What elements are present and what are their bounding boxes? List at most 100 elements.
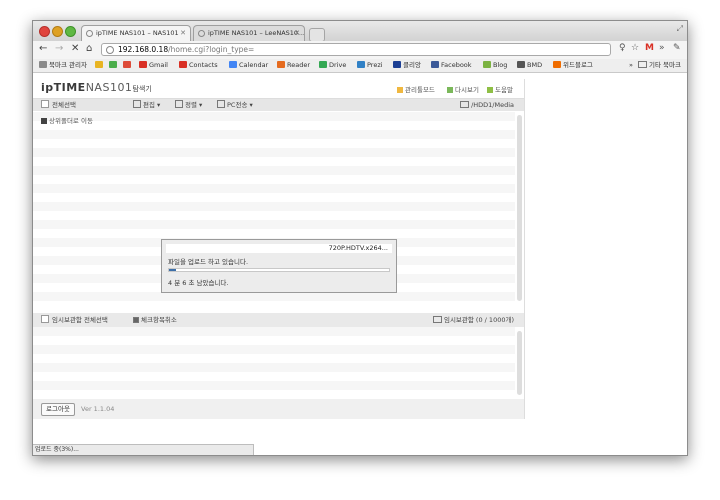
gmail-extension-icon[interactable]: M	[645, 43, 654, 53]
upload-filename: 720P.HDTV.x264...	[166, 244, 392, 253]
bookmark-calendar[interactable]: Calendar	[229, 59, 268, 72]
bookmarks-bar: 북마크 관리자 Gmail Contacts Calendar Reader D…	[33, 59, 687, 73]
edit-menu[interactable]: 편집 ▾	[133, 99, 160, 111]
browser-tab-2[interactable]: ipTIME NAS101 – LeeNAS10... ✕	[193, 25, 305, 41]
stop-icon[interactable]: ✕	[71, 43, 79, 54]
wrench-icon[interactable]: ✎	[673, 43, 681, 53]
tab-close-icon[interactable]: ✕	[294, 26, 300, 41]
folder-icon	[432, 316, 442, 323]
temp-select-all-checkbox[interactable]: 임시보관함 전체선택	[41, 313, 108, 327]
star-icon[interactable]: ☆	[631, 43, 639, 53]
star-icon	[39, 61, 47, 68]
upload-time-left: 4 분 6 초 남았습니다.	[168, 279, 229, 287]
forward-arrow-icon[interactable]: →	[55, 43, 63, 54]
back-arrow-icon[interactable]: ←	[39, 43, 47, 54]
app-logo: ipTIMENAS101탐색기	[41, 81, 152, 94]
bookmark-bmd[interactable]: BMD	[517, 59, 542, 72]
tab-label: ipTIME NAS101 – NAS101	[96, 29, 179, 37]
bookmark-contacts[interactable]: Contacts	[179, 59, 218, 72]
upload-progress-fill	[169, 269, 176, 271]
select-all-checkbox[interactable]: 전체선택	[41, 99, 76, 111]
facebook-icon	[431, 61, 439, 68]
browser-toolbar: ← → ✕ ⌂ 192.168.0.18/home.cgi?login_type…	[33, 41, 687, 59]
clien-icon	[393, 61, 401, 68]
bookmark-favicon-icon	[109, 61, 117, 68]
temp-storage-count: 임시보관함 (0 / 1000개)	[432, 313, 514, 327]
app-header: ipTIMENAS101탐색기 관리툴모드 다시보기 도움말	[33, 79, 524, 99]
checkbox-icon	[41, 315, 49, 323]
folder-icon	[460, 101, 470, 108]
tab-label: ipTIME NAS101 – LeeNAS10...	[208, 29, 305, 37]
sort-icon	[175, 100, 183, 108]
upload-dialog: 720P.HDTV.x264... 파일을 업로드 하고 있습니다. 4 분 6…	[161, 239, 397, 293]
file-list-scrollbar[interactable]	[517, 115, 522, 301]
folder-icon	[638, 61, 648, 68]
browser-tab-1[interactable]: ipTIME NAS101 – NAS101 ✕	[81, 25, 191, 41]
bookmark-gmail[interactable]: Gmail	[139, 59, 168, 72]
bookmark-manager[interactable]: 북마크 관리자	[39, 59, 87, 72]
logout-button[interactable]: 로그아웃	[41, 403, 75, 416]
refresh-link[interactable]: 다시보기	[447, 84, 479, 94]
current-path: /HDD1/Media	[460, 99, 514, 111]
bookmark-reader[interactable]: Reader	[277, 59, 310, 72]
bookmark-icon-3[interactable]	[123, 59, 133, 72]
app-footer: 로그아웃 Ver 1.1.04	[33, 399, 524, 419]
up-folder-link[interactable]: 상위폴더로 이동	[41, 115, 93, 125]
lightbulb-icon[interactable]: ♀	[619, 43, 626, 53]
gmail-icon	[139, 61, 147, 68]
title-bar: ipTIME NAS101 – NAS101 ✕ ipTIME NAS101 –…	[33, 21, 687, 42]
tab-favicon-icon	[198, 30, 205, 37]
prezi-icon	[357, 61, 365, 68]
reader-icon	[277, 61, 285, 68]
bookmarks-overflow-button[interactable]: »	[629, 59, 633, 72]
extensions-more-icon[interactable]: »	[659, 43, 665, 53]
bookmark-favicon-icon	[123, 61, 131, 68]
page-info-icon[interactable]	[106, 46, 114, 54]
other-bookmarks[interactable]: 기타 북마크	[638, 59, 681, 72]
admin-icon	[397, 87, 403, 93]
tab-close-icon[interactable]: ✕	[180, 26, 186, 41]
address-bar[interactable]: 192.168.0.18/home.cgi?login_type=	[101, 43, 611, 56]
edit-icon	[133, 100, 141, 108]
withblog-icon	[553, 61, 561, 68]
nas-explorer: ipTIMENAS101탐색기 관리툴모드 다시보기 도움말 전체선택 편집 ▾…	[33, 79, 525, 419]
uncheck-icon	[133, 317, 139, 323]
sort-menu[interactable]: 정렬 ▾	[175, 99, 202, 111]
fullscreen-icon[interactable]: ⤢	[677, 24, 683, 34]
bookmark-icon-2[interactable]	[109, 59, 119, 72]
drive-icon	[319, 61, 327, 68]
new-tab-button[interactable]	[309, 28, 325, 42]
calendar-icon	[229, 61, 237, 68]
bmd-icon	[517, 61, 525, 68]
temp-list-scrollbar[interactable]	[517, 331, 522, 395]
bookmark-favicon-icon	[95, 61, 103, 68]
uncheck-items-button[interactable]: 체크항목취소	[133, 313, 177, 327]
page-content: ipTIMENAS101탐색기 관리툴모드 다시보기 도움말 전체선택 편집 ▾…	[33, 73, 687, 443]
up-folder-icon	[41, 118, 47, 124]
browser-window: ipTIME NAS101 – NAS101 ✕ ipTIME NAS101 –…	[32, 20, 688, 456]
pc-transfer-menu[interactable]: PC전송 ▾	[217, 99, 253, 111]
contacts-icon	[179, 61, 187, 68]
bookmark-prezi[interactable]: Prezi	[357, 59, 383, 72]
tab-favicon-icon	[86, 30, 93, 37]
checkbox-icon	[41, 100, 49, 108]
bookmark-icon-1[interactable]	[95, 59, 105, 72]
bookmark-clien[interactable]: 클리앙	[393, 59, 421, 72]
minimize-window-button[interactable]	[52, 26, 63, 37]
bookmark-blog[interactable]: Blog	[483, 59, 507, 72]
file-toolbar: 전체선택 편집 ▾ 정렬 ▾ PC전송 ▾ /HDD1/Media	[33, 99, 524, 111]
upload-message: 파일을 업로드 하고 있습니다.	[168, 258, 249, 266]
url-path: /home.cgi?login_type=	[168, 45, 255, 54]
status-bar: 업로드 중(3%)...	[33, 444, 254, 455]
close-window-button[interactable]	[39, 26, 50, 37]
bookmark-drive[interactable]: Drive	[319, 59, 346, 72]
bookmark-facebook[interactable]: Facebook	[431, 59, 472, 72]
admin-mode-link[interactable]: 관리툴모드	[397, 84, 435, 94]
zoom-window-button[interactable]	[65, 26, 76, 37]
url-host: 192.168.0.18	[118, 45, 169, 54]
bookmark-withblog[interactable]: 위드블로그	[553, 59, 593, 72]
temp-storage-bar: 임시보관함 전체선택 체크항목취소 임시보관함 (0 / 1000개)	[33, 313, 524, 327]
home-icon[interactable]: ⌂	[86, 43, 92, 54]
refresh-icon	[447, 87, 453, 93]
help-link[interactable]: 도움말	[487, 84, 513, 94]
